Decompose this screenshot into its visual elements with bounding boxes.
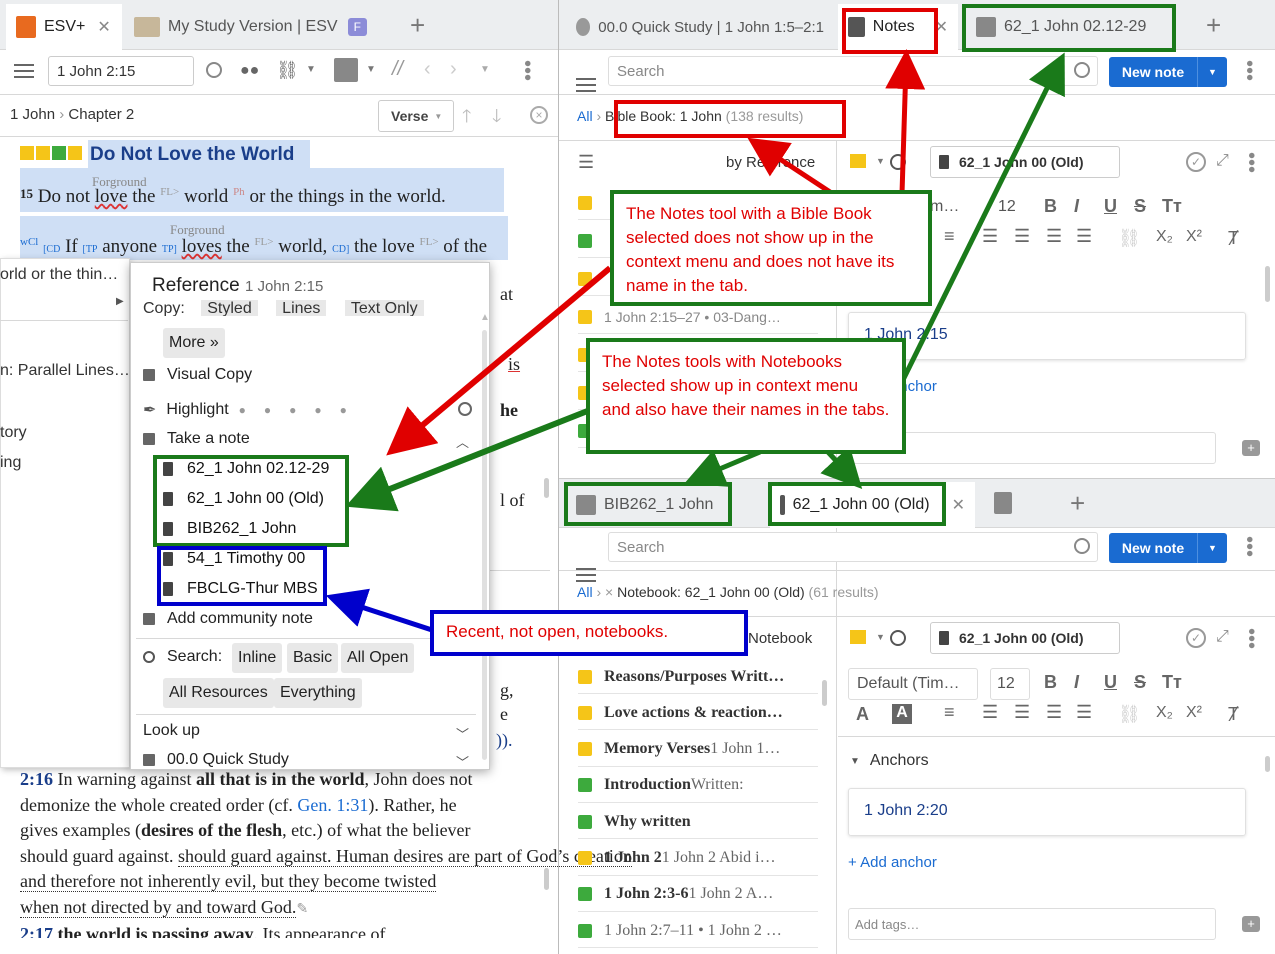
red-arrow: [885, 49, 926, 195]
red-callout: The Notes tool with a Bible Book selecte…: [610, 190, 932, 306]
annotation-arrows: [325, 49, 1065, 633]
green-arrow: [820, 446, 863, 490]
green-callout: The Notes tools with Notebooks selected …: [586, 338, 906, 454]
green-arrow: [684, 449, 761, 487]
blue-callout: Recent, not open, notebooks.: [430, 610, 748, 656]
green-arrow: [345, 407, 592, 512]
red-arrow: [747, 137, 832, 195]
blue-arrow: [325, 588, 433, 633]
